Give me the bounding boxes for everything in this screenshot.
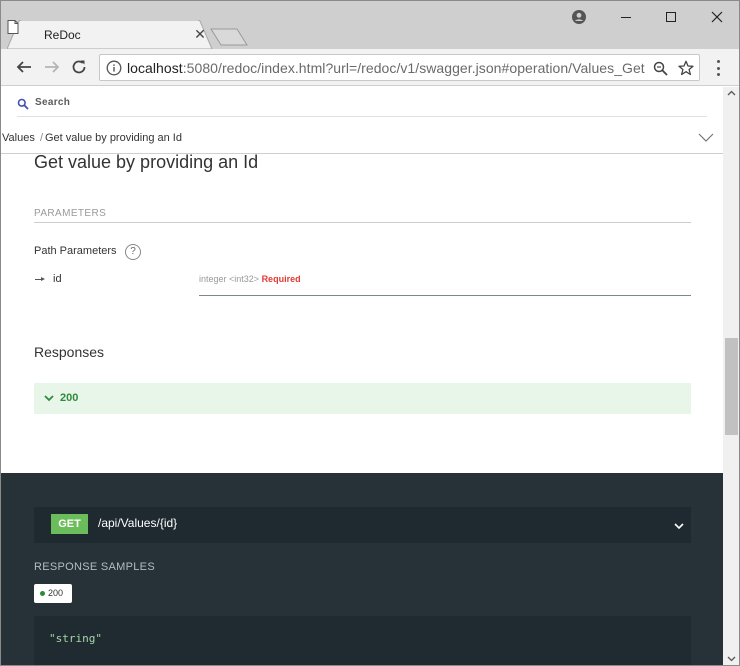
response-samples-title: RESPONSE SAMPLES xyxy=(34,561,155,573)
samples-panel: GET /api/Values/{id} RESPONSE SAMPLES 20… xyxy=(1,473,723,665)
scroll-down-arrow-icon[interactable] xyxy=(727,654,736,663)
chevron-down-icon[interactable] xyxy=(698,130,714,146)
tab-close-icon[interactable]: ✕ xyxy=(191,25,209,43)
profile-icon[interactable] xyxy=(566,7,592,27)
page-icon xyxy=(7,20,19,34)
bookmark-star-icon[interactable] xyxy=(677,59,695,77)
param-name: id xyxy=(53,273,62,285)
sample-tab-200[interactable]: 200 xyxy=(34,584,72,603)
zoom-icon[interactable] xyxy=(651,59,669,77)
new-tab-button[interactable] xyxy=(209,28,249,46)
forward-arrow-icon[interactable] xyxy=(41,56,63,78)
browser-toolbar: localhost:5080/redoc/index.html?url=/red… xyxy=(1,49,739,86)
close-window-icon[interactable] xyxy=(704,7,730,27)
breadcrumb-separator: / xyxy=(40,132,44,144)
search-icon xyxy=(17,98,29,110)
minimize-icon[interactable] xyxy=(613,7,639,27)
breadcrumb-operation[interactable]: Get value by providing an Id xyxy=(45,132,182,144)
responses-title: Responses xyxy=(34,344,105,360)
info-icon[interactable] xyxy=(106,60,122,76)
response-code: 200 xyxy=(60,392,79,404)
reload-icon[interactable] xyxy=(68,56,90,78)
tab-shape xyxy=(7,20,213,49)
scrollbar-thumb[interactable] xyxy=(725,338,738,435)
back-arrow-icon[interactable] xyxy=(13,56,35,78)
response-200-toggle[interactable]: 200 xyxy=(34,383,691,414)
endpoint-toggle[interactable]: GET /api/Values/{id} xyxy=(34,507,691,543)
path-parameters-label: Path Parameters xyxy=(34,245,117,257)
search-placeholder: Search xyxy=(35,97,71,108)
chevron-down-icon xyxy=(44,395,54,402)
sample-tab-label: 200 xyxy=(48,588,64,598)
status-dot xyxy=(40,591,45,596)
breadcrumb[interactable]: Values / Get value by providing an Id xyxy=(1,130,723,154)
tab-title: ReDoc xyxy=(44,28,81,42)
param-type: integer <int32> xyxy=(199,274,260,284)
chevron-down-icon xyxy=(674,523,684,530)
http-method-badge: GET xyxy=(51,514,88,534)
param-tree-arrow xyxy=(41,277,45,281)
page-content: Search Values / Get value by providing a… xyxy=(1,87,723,665)
address-bar[interactable]: localhost:5080/redoc/index.html?url=/red… xyxy=(99,54,700,81)
vertical-scrollbar[interactable] xyxy=(723,87,739,665)
url-text[interactable]: localhost:5080/redoc/index.html?url=/red… xyxy=(127,60,645,76)
scroll-up-arrow-icon[interactable] xyxy=(727,89,736,98)
browser-menu-icon[interactable] xyxy=(709,58,727,78)
parameters-heading: PARAMETERS xyxy=(34,208,691,223)
search-input[interactable]: Search xyxy=(17,95,707,117)
param-detail: integer <int32> Required xyxy=(199,274,691,296)
maximize-icon[interactable] xyxy=(658,7,684,27)
breadcrumb-section[interactable]: Values xyxy=(2,132,35,144)
sample-code-block: "string" xyxy=(34,616,691,665)
endpoint-path: /api/Values/{id} xyxy=(98,516,178,530)
sample-code: "string" xyxy=(49,632,102,645)
browser-window: ReDoc ✕ localhost:5080/redoc/index.html?… xyxy=(0,0,740,666)
param-required: Required xyxy=(261,274,301,284)
tab-strip: ReDoc ✕ xyxy=(1,1,739,49)
help-icon[interactable]: ? xyxy=(125,244,141,260)
operation-title: Get value by providing an Id xyxy=(34,152,259,172)
tab-redoc[interactable]: ReDoc ✕ xyxy=(7,20,213,49)
